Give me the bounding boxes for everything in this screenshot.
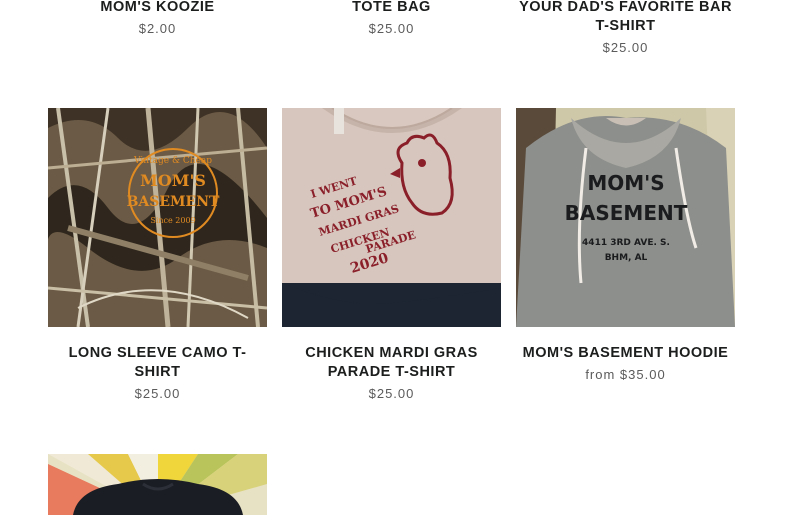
product-image-hoodie[interactable]: MOM'S BASEMENT 4411 3RD AVE. S. BHM, AL [516,108,735,327]
hoodie-image: MOM'S BASEMENT 4411 3RD AVE. S. BHM, AL [516,108,735,327]
hoodie-image-text: MOM'S [587,171,664,195]
product-price: from $35.00 [585,367,666,382]
product-price: $2.00 [138,21,177,36]
camo-image-text: BASEMENT [127,194,220,210]
camo-image-text: MOM'S [140,171,206,190]
product-title[interactable]: YOUR DAD'S FAVORITE BAR T-SHIRT [516,0,735,36]
product-image-chicken-shirt[interactable]: I WENT TO MOM'S MARDI GRAS CHICKEN PARAD… [282,108,501,327]
product-price: $25.00 [602,40,649,55]
hoodie-image-text: BASEMENT [565,201,688,225]
product-title[interactable]: MOM'S KOOZIE [48,0,267,17]
camo-image-text: Vintage & Cheap [133,156,212,166]
product-price: $25.00 [368,386,415,401]
product-card-camo-shirt[interactable]: LONG SLEEVE CAMO T-SHIRT $25.00 [48,344,267,402]
product-title[interactable]: MOM'S BASEMENT HOODIE [516,344,735,363]
product-card-tote-bag[interactable]: TOTE BAG $25.00 [282,0,501,37]
product-title[interactable]: TOTE BAG [282,0,501,17]
bottom-product-image [48,454,267,515]
product-price: $25.00 [368,21,415,36]
hoodie-image-text: 4411 3RD AVE. S. [582,238,670,248]
hoodie-image-text: BHM, AL [605,253,648,263]
product-card-koozie[interactable]: MOM'S KOOZIE $2.00 [48,0,267,37]
product-image-camo-shirt[interactable]: Vintage & Cheap MOM'S BASEMENT Since 200… [48,108,267,327]
camo-image-text: Since 2009 [150,216,195,225]
camo-shirt-image: Vintage & Cheap MOM'S BASEMENT Since 200… [48,108,267,327]
product-title[interactable]: LONG SLEEVE CAMO T-SHIRT [48,344,267,382]
product-title[interactable]: CHICKEN MARDI GRAS PARADE T-SHIRT [282,344,501,382]
product-card-chicken-shirt[interactable]: CHICKEN MARDI GRAS PARADE T-SHIRT $25.00 [282,344,501,402]
product-card-hoodie[interactable]: MOM'S BASEMENT HOODIE from $35.00 [516,344,735,383]
chicken-shirt-image: I WENT TO MOM'S MARDI GRAS CHICKEN PARAD… [282,108,501,327]
product-price: $25.00 [134,386,181,401]
product-image-bottom[interactable] [48,454,267,515]
product-card-dads-bar-shirt[interactable]: YOUR DAD'S FAVORITE BAR T-SHIRT $25.00 [516,0,735,56]
